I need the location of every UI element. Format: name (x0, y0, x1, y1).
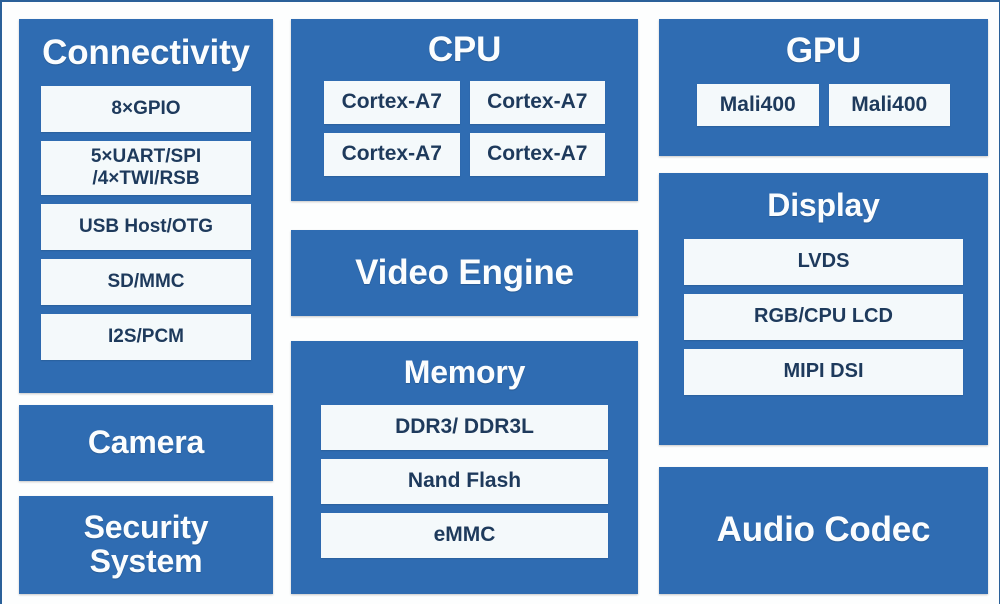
item-rgb-cpu-lcd[interactable]: RGB/CPU LCD (684, 293, 963, 340)
panel-cpu-items: Cortex-A7 Cortex-A7 Cortex-A7 Cortex-A7 (324, 80, 605, 176)
panel-gpu[interactable]: GPU Mali400 Mali400 (659, 19, 988, 156)
column-right: GPU Mali400 Mali400 Display LVDS RGB/CPU… (659, 2, 988, 604)
panel-audio-codec-title: Audio Codec (716, 510, 931, 550)
item-mipi-dsi[interactable]: MIPI DSI (684, 348, 963, 395)
panel-memory[interactable]: Memory DDR3/ DDR3L Nand Flash eMMC (291, 341, 638, 594)
item-lvds[interactable]: LVDS (684, 238, 963, 285)
item-mali400-0[interactable]: Mali400 (697, 83, 819, 126)
item-emmc[interactable]: eMMC (321, 512, 608, 558)
item-usb-host-otg[interactable]: USB Host/OTG (41, 203, 251, 250)
column-center: CPU Cortex-A7 Cortex-A7 Cortex-A7 Cortex… (291, 2, 638, 604)
panel-security-system-title: Security System (83, 509, 209, 579)
panel-memory-title: Memory (403, 354, 526, 390)
panel-video-engine[interactable]: Video Engine (291, 230, 638, 316)
item-gpio[interactable]: 8×GPIO (41, 85, 251, 132)
panel-gpu-title: GPU (785, 31, 862, 70)
item-mali400-1[interactable]: Mali400 (828, 83, 950, 126)
panel-connectivity-items: 8×GPIO 5×UART/SPI /4×TWI/RSB USB Host/OT… (41, 85, 251, 360)
panel-security-system[interactable]: Security System (19, 496, 273, 594)
item-uart-spi-twi-rsb[interactable]: 5×UART/SPI /4×TWI/RSB (41, 140, 251, 195)
panel-display-items: LVDS RGB/CPU LCD MIPI DSI (684, 238, 963, 395)
panel-display[interactable]: Display LVDS RGB/CPU LCD MIPI DSI (659, 173, 988, 445)
item-cortex-a7-1[interactable]: Cortex-A7 (469, 80, 605, 124)
column-left: Connectivity 8×GPIO 5×UART/SPI /4×TWI/RS… (19, 2, 273, 604)
panel-video-engine-title: Video Engine (355, 252, 574, 292)
item-cortex-a7-3[interactable]: Cortex-A7 (469, 132, 605, 176)
item-nand-flash[interactable]: Nand Flash (321, 458, 608, 504)
panel-memory-items: DDR3/ DDR3L Nand Flash eMMC (321, 404, 608, 558)
item-cortex-a7-0[interactable]: Cortex-A7 (324, 80, 460, 124)
panel-audio-codec[interactable]: Audio Codec (659, 467, 988, 594)
panel-camera-title: Camera (87, 424, 205, 461)
panel-connectivity-title: Connectivity (42, 33, 250, 72)
panel-gpu-items: Mali400 Mali400 (697, 83, 950, 126)
item-sd-mmc[interactable]: SD/MMC (41, 258, 251, 305)
item-ddr3[interactable]: DDR3/ DDR3L (321, 404, 608, 450)
item-cortex-a7-2[interactable]: Cortex-A7 (324, 132, 460, 176)
item-i2s-pcm[interactable]: I2S/PCM (41, 313, 251, 360)
panel-display-title: Display (767, 187, 880, 223)
soc-block-diagram: Connectivity 8×GPIO 5×UART/SPI /4×TWI/RS… (0, 0, 1000, 604)
panel-cpu-title: CPU (427, 30, 502, 69)
panel-connectivity[interactable]: Connectivity 8×GPIO 5×UART/SPI /4×TWI/RS… (19, 19, 273, 393)
panel-cpu[interactable]: CPU Cortex-A7 Cortex-A7 Cortex-A7 Cortex… (291, 19, 638, 201)
panel-camera[interactable]: Camera (19, 405, 273, 481)
